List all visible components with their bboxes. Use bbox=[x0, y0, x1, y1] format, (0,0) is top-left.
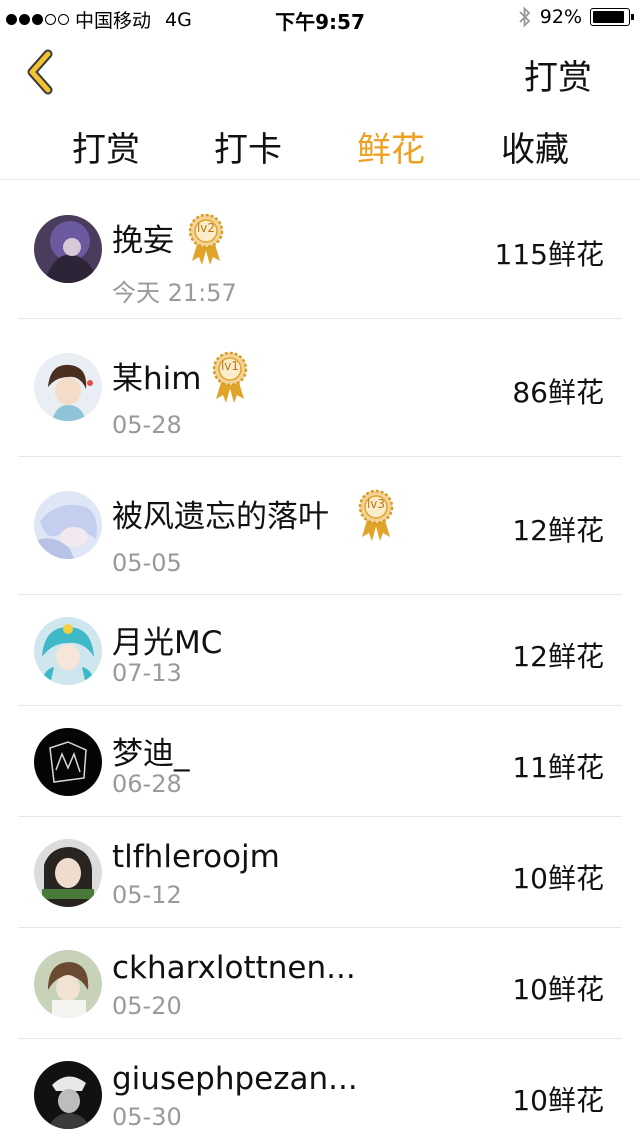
user-name: 梦迪_ bbox=[112, 736, 190, 772]
level-badge-icon: lv3 bbox=[356, 487, 396, 543]
avatar bbox=[34, 950, 102, 1018]
level-badge-icon: lv2 bbox=[186, 211, 226, 267]
status-bar: 中国移动 4G 下午9:57 92% bbox=[0, 0, 640, 36]
date-label: 07-13 bbox=[112, 659, 182, 687]
tab-flowers[interactable]: 鲜花 bbox=[357, 122, 425, 171]
user-name: tlfhleroojm bbox=[112, 839, 280, 875]
flower-count: 86鲜花 bbox=[512, 376, 604, 409]
flower-count: 10鲜花 bbox=[512, 973, 604, 1006]
list-item[interactable]: 月光MC 07-13 12鲜花 bbox=[0, 595, 640, 706]
bluetooth-icon bbox=[519, 6, 531, 28]
level-badge-label: lv2 bbox=[196, 221, 216, 235]
list-item[interactable]: ckharxlottnen... 05-20 10鲜花 bbox=[0, 928, 640, 1039]
date-label: 05-28 bbox=[112, 411, 182, 439]
flower-count: 10鲜花 bbox=[512, 1084, 604, 1117]
chevron-left-icon bbox=[27, 49, 53, 95]
user-name: 月光MC bbox=[112, 625, 223, 661]
avatar bbox=[34, 617, 102, 685]
tab-reward[interactable]: 打赏 bbox=[72, 122, 140, 171]
date-label: 05-05 bbox=[112, 549, 182, 577]
avatar bbox=[34, 1061, 102, 1129]
list-item[interactable]: giusephpezan... 05-30 10鲜花 bbox=[0, 1039, 640, 1139]
level-badge-icon: lv1 bbox=[210, 349, 250, 405]
battery-icon bbox=[590, 8, 634, 26]
tab-bar: 打赏 打卡 鲜花 收藏 bbox=[0, 108, 640, 180]
flower-count: 12鲜花 bbox=[512, 640, 604, 673]
battery-fill bbox=[593, 11, 625, 23]
reward-button[interactable]: 打赏 bbox=[524, 50, 592, 99]
flower-count: 10鲜花 bbox=[512, 862, 604, 895]
nav-bar: 打赏 bbox=[0, 36, 640, 108]
user-name: giusephpezan... bbox=[112, 1061, 358, 1097]
flower-count: 11鲜花 bbox=[512, 751, 604, 784]
date-label: 05-30 bbox=[112, 1103, 182, 1131]
user-name: ckharxlottnen... bbox=[112, 950, 356, 986]
avatar bbox=[34, 728, 102, 796]
tab-favorites[interactable]: 收藏 bbox=[501, 122, 569, 171]
list-item[interactable]: 某him lv1 05-28 86鲜花 bbox=[0, 319, 640, 457]
back-button[interactable] bbox=[22, 48, 62, 96]
avatar bbox=[34, 215, 102, 283]
level-badge-label: lv3 bbox=[366, 497, 386, 511]
avatar bbox=[34, 839, 102, 907]
date-label: 06-28 bbox=[112, 770, 182, 798]
list-item[interactable]: 梦迪_ 06-28 11鲜花 bbox=[0, 706, 640, 817]
battery-percent: 92% bbox=[539, 6, 582, 28]
tab-checkin[interactable]: 打卡 bbox=[214, 122, 282, 171]
date-label: 今天 21:57 bbox=[112, 279, 237, 307]
user-name: 被风遗忘的落叶 bbox=[112, 499, 329, 535]
flower-count: 115鲜花 bbox=[494, 238, 604, 271]
list-item[interactable]: 被风遗忘的落叶 lv3 05-05 12鲜花 bbox=[0, 457, 640, 595]
list-item[interactable]: tlfhleroojm 05-12 10鲜花 bbox=[0, 817, 640, 928]
avatar bbox=[34, 353, 102, 421]
list-item[interactable]: 挽妄 lv2 今天 21:57 115鲜花 bbox=[0, 181, 640, 319]
date-label: 05-12 bbox=[112, 881, 182, 909]
avatar bbox=[34, 491, 102, 559]
user-name: 挽妄 bbox=[112, 223, 174, 259]
date-label: 05-20 bbox=[112, 992, 182, 1020]
flower-count: 12鲜花 bbox=[512, 514, 604, 547]
user-name: 某him bbox=[112, 361, 202, 397]
status-right: 92% bbox=[518, 6, 634, 28]
level-badge-label: lv1 bbox=[220, 359, 240, 373]
